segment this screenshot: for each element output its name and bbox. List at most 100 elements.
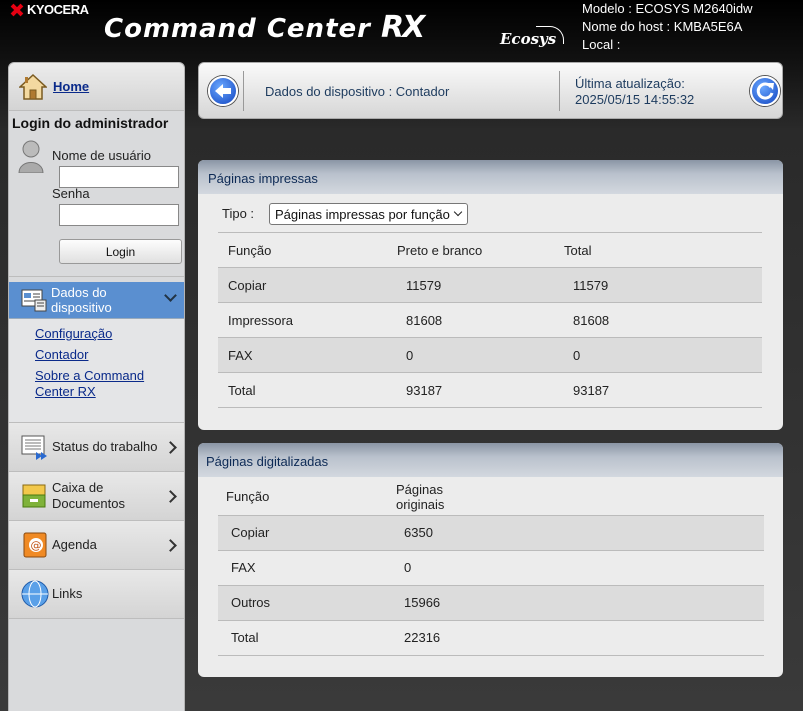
table-row: Copiar 11579 11579	[218, 267, 762, 303]
page-toolbar: Dados do dispositivo : Contador Última a…	[198, 62, 783, 119]
submenu-configuration-link[interactable]: Configuração	[35, 326, 184, 342]
table-row: Copiar 6350	[218, 515, 764, 550]
address-book-icon: @	[20, 530, 50, 560]
last-update-value: 2025/05/15 14:55:32	[575, 92, 695, 107]
host-text: Nome do host : KMBA5E6A	[582, 19, 743, 34]
product-name: Command Center	[104, 14, 371, 44]
user-avatar-icon	[18, 140, 44, 173]
last-update-label: Última atualização:	[575, 76, 685, 91]
column-header: Total	[564, 242, 592, 258]
table-cell: Outros	[231, 595, 271, 610]
job-status-icon	[20, 432, 50, 462]
location-text: Local :	[582, 37, 621, 52]
table-cell: 93187	[573, 382, 610, 398]
model-text: Modelo : ECOSYS M2640idw	[582, 1, 753, 16]
table-cell: 81608	[406, 312, 443, 328]
document-box-label: Caixa de Documentos	[52, 480, 125, 511]
table-cell: 81608	[573, 312, 610, 328]
printed-pages-table: Função Preto e branco Total Copiar 11579…	[218, 232, 762, 408]
chevron-down-icon	[164, 289, 177, 302]
kyocera-logo: KYOCERA	[10, 2, 89, 17]
chevron-right-icon	[164, 538, 177, 552]
address-book-label: Agenda	[52, 537, 97, 552]
refresh-button[interactable]	[750, 76, 780, 106]
column-header: Páginas originais	[396, 481, 445, 512]
kyocera-mark-icon	[10, 3, 24, 17]
table-cell: 0	[406, 347, 414, 363]
table-cell: Total	[228, 382, 256, 398]
type-label: Tipo :	[222, 206, 255, 221]
table-cell: 11579	[573, 277, 609, 293]
login-title: Login do administrador	[12, 115, 169, 131]
table-cell: 6350	[404, 525, 433, 540]
table-header-row: Função Preto e branco Total	[218, 232, 762, 268]
chevron-down-icon	[453, 207, 463, 217]
table-row: Impressora 81608 81608	[218, 302, 762, 338]
table-cell: 22316	[404, 630, 441, 645]
ecosys-logo: Ecosys	[500, 26, 564, 48]
type-select-value: Páginas impressas por função	[275, 207, 450, 222]
scanned-pages-title: Páginas digitalizadas	[198, 443, 783, 477]
sidebar-item-device-info[interactable]: Dados do dispositivo	[9, 282, 184, 319]
table-cell: FAX	[231, 560, 256, 575]
sidebar-item-job-status[interactable]: Status do trabalho	[9, 423, 184, 472]
device-info-submenu: Configuração Contador Sobre a Command Ce…	[9, 319, 184, 423]
toolbar-divider	[559, 71, 560, 111]
submenu-counter-link[interactable]: Contador	[35, 347, 184, 363]
username-label: Nome de usuário	[52, 148, 151, 163]
table-cell: 93187	[406, 382, 443, 398]
svg-text:@: @	[31, 539, 42, 552]
scanned-pages-panel: Páginas digitalizadas Função Páginas ori…	[198, 443, 783, 677]
back-button[interactable]	[208, 76, 238, 106]
table-row: Outros 15966	[218, 585, 764, 620]
sidebar-item-home[interactable]: Home	[9, 63, 184, 111]
document-box-icon	[20, 481, 50, 511]
column-header: Função	[226, 489, 270, 505]
password-field[interactable]	[59, 204, 179, 226]
table-cell: Impressora	[228, 312, 294, 328]
type-select[interactable]: Páginas impressas por função	[269, 203, 468, 225]
submenu-about-link[interactable]: Sobre a Command Center RX	[35, 368, 155, 400]
table-cell: 15966	[404, 595, 441, 610]
arrow-left-icon	[215, 84, 231, 98]
globe-icon	[20, 579, 50, 609]
table-cell: 11579	[406, 277, 442, 293]
column-header: Preto e branco	[397, 242, 483, 258]
product-title: Command Center RX	[104, 10, 425, 45]
sidebar-item-address-book[interactable]: @ Agenda	[9, 521, 184, 570]
home-link[interactable]: Home	[53, 79, 89, 94]
login-button[interactable]: Login	[59, 239, 182, 264]
product-suffix: RX	[381, 10, 425, 45]
table-cell: FAX	[228, 347, 253, 363]
username-field[interactable]	[59, 166, 179, 188]
table-row: FAX 0 0	[218, 337, 762, 373]
column-header: Função	[228, 242, 272, 258]
table-cell: Copiar	[231, 525, 270, 540]
brand-name: KYOCERA	[27, 2, 89, 17]
admin-login-box: Login do administrador Nome de usuário S…	[9, 111, 184, 277]
refresh-icon	[756, 82, 774, 100]
job-status-label: Status do trabalho	[52, 439, 158, 454]
table-header-row: Função Páginas originais	[218, 479, 764, 515]
last-update: Última atualização: 2025/05/15 14:55:32	[575, 76, 694, 108]
links-label: Links	[52, 586, 83, 601]
table-row: Total 22316	[218, 620, 764, 655]
sidebar-item-links[interactable]: Links	[9, 570, 184, 619]
chevron-right-icon	[164, 489, 177, 503]
home-icon	[19, 73, 47, 100]
page-title: Dados do dispositivo : Contador	[265, 84, 450, 99]
ecosys-arc-icon	[536, 26, 564, 44]
printed-pages-title: Páginas impressas	[198, 160, 783, 194]
chevron-right-icon	[164, 440, 177, 454]
device-info-icon	[21, 289, 47, 312]
printed-pages-panel: Páginas impressas Tipo : Páginas impress…	[198, 160, 783, 430]
password-label: Senha	[52, 186, 90, 201]
sidebar: Home Login do administrador Nome de usuá…	[8, 62, 185, 711]
table-row: Total 93187 93187	[218, 372, 762, 408]
table-cell: 0	[573, 347, 581, 363]
sidebar-item-document-box[interactable]: Caixa de Documentos	[9, 472, 184, 521]
table-cell: Copiar	[228, 277, 267, 293]
toolbar-divider	[243, 71, 244, 111]
scanned-pages-table: Função Páginas originais Copiar 6350 FAX…	[218, 479, 764, 656]
table-cell: 0	[404, 560, 412, 575]
